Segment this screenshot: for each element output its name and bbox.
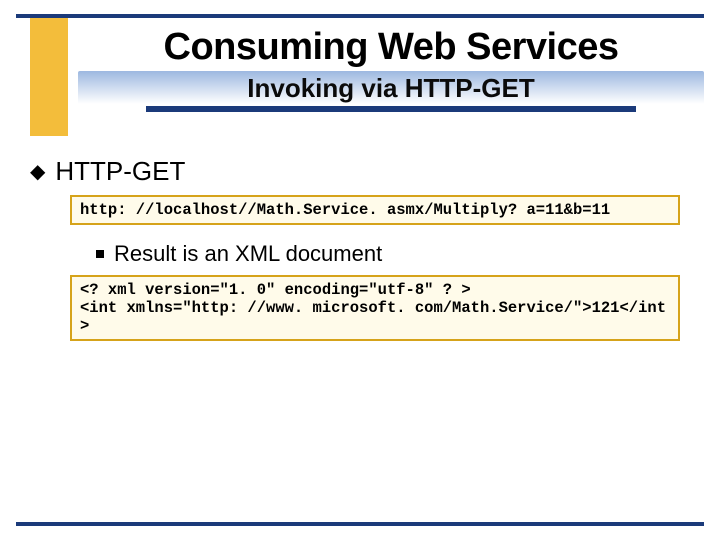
- accent-gold-block: [30, 18, 68, 136]
- slide-header: Consuming Web Services Invoking via HTTP…: [78, 26, 704, 118]
- bullet-text: HTTP-GET: [55, 156, 185, 187]
- sub-bullet-text: Result is an XML document: [114, 241, 382, 267]
- subtitle-banner: Invoking via HTTP-GET: [78, 71, 704, 118]
- diamond-bullet-icon: ◆: [30, 162, 45, 182]
- subtitle-underline: [146, 106, 636, 112]
- bullet-level2: Result is an XML document: [96, 241, 690, 267]
- slide-body: ◆ HTTP-GET http: //localhost//Math.Servi…: [30, 156, 690, 341]
- code-block-xml: <? xml version="1. 0" encoding="utf-8" ?…: [70, 275, 680, 341]
- bullet-level1: ◆ HTTP-GET: [30, 156, 690, 187]
- square-bullet-icon: [96, 250, 104, 258]
- slide-title: Consuming Web Services: [78, 26, 704, 69]
- code-block-url: http: //localhost//Math.Service. asmx/Mu…: [70, 195, 680, 225]
- slide-subtitle: Invoking via HTTP-GET: [86, 73, 696, 104]
- bottom-border-rule: [16, 522, 704, 526]
- top-border-rule: [16, 14, 704, 18]
